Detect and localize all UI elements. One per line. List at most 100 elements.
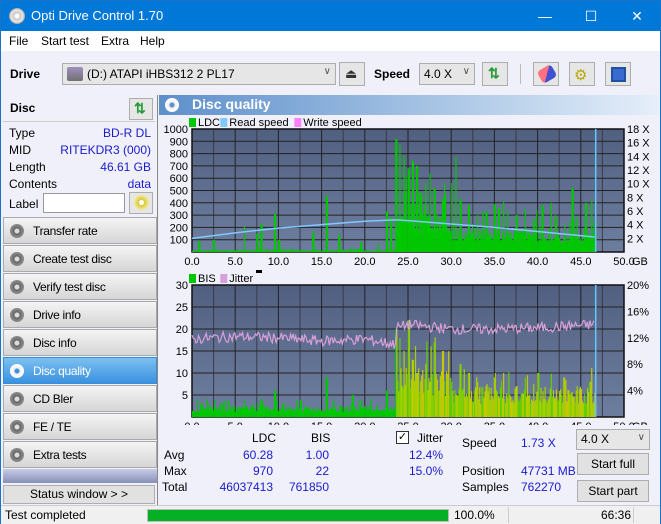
stats-max-label: Max — [164, 464, 187, 478]
elapsed-time: 66:36 — [601, 508, 632, 522]
ldc-bar — [307, 250, 309, 252]
bis-bar — [388, 409, 391, 417]
start-part-button[interactable]: Start part — [577, 480, 649, 502]
ldc-ytick-right: 10 X — [627, 179, 650, 191]
ldc-bar — [292, 250, 294, 252]
ldc-bar — [253, 249, 255, 252]
nav-drive-info[interactable]: Drive info — [3, 301, 157, 328]
ldc-bar — [468, 205, 471, 252]
erase-button[interactable] — [533, 62, 559, 86]
bis-bar — [282, 403, 284, 417]
bis-bar — [224, 411, 226, 417]
test-speed-select[interactable]: 4.0 X ∨ — [576, 429, 650, 450]
gears-icon: ⚙ — [574, 67, 588, 84]
bis-ytick-left: 15 — [176, 346, 188, 358]
disc-label-button[interactable] — [129, 192, 153, 214]
bis-bar — [197, 399, 199, 417]
ldc-bar — [490, 237, 492, 252]
nav-disc-quality[interactable]: Disc quality — [3, 357, 157, 384]
bis-bar — [493, 377, 495, 417]
maximize-button[interactable]: ☐ — [568, 1, 614, 31]
bis-bar — [478, 399, 480, 417]
bis-bar — [293, 408, 295, 417]
status-window-button[interactable]: Status window > > — [3, 485, 155, 504]
bis-ytick-right: 12% — [627, 333, 649, 345]
ldc-bar — [480, 230, 482, 252]
bis-bar — [284, 409, 286, 417]
save-button[interactable] — [605, 62, 631, 86]
ldc-bar — [415, 165, 418, 252]
nav-extra-tests[interactable]: Extra tests — [3, 441, 157, 468]
ldc-bar — [236, 249, 238, 252]
minimize-button[interactable]: — — [522, 1, 568, 31]
nav-verify-test-disc[interactable]: Verify test disc — [3, 273, 157, 300]
ldc-bar — [508, 237, 510, 252]
bis-bar — [561, 394, 563, 417]
ldc-bar — [278, 239, 280, 252]
bis-bar — [366, 410, 368, 417]
speed-stat-label: Speed — [462, 436, 497, 450]
bis-bar — [559, 391, 561, 417]
ldc-bar — [496, 229, 499, 252]
ldc-bar — [519, 232, 521, 252]
ldc-bar — [279, 239, 281, 252]
ldc-bar — [327, 250, 330, 252]
ldc-bar — [544, 237, 546, 252]
speed-select[interactable]: 4.0 X ∨ — [419, 63, 475, 85]
ldc-bar — [342, 250, 344, 252]
bis-bar — [535, 399, 537, 417]
bis-bar — [453, 402, 455, 417]
bis-bar — [324, 412, 326, 417]
disc-refresh-button[interactable]: ⇅ — [129, 98, 153, 120]
nav-fe-te[interactable]: FE / TE — [3, 413, 157, 440]
bis-bar — [274, 390, 277, 417]
ldc-bar — [343, 248, 345, 252]
ldc-bar — [460, 199, 462, 252]
ldc-bar — [297, 250, 299, 252]
bis-bar — [572, 396, 574, 417]
bis-bar — [593, 401, 595, 417]
stats-avg-ldc: 60.28 — [242, 448, 273, 462]
nav-create-test-disc[interactable]: Create test disc — [3, 245, 157, 272]
menu-help[interactable]: Help — [140, 34, 165, 48]
ldc-bar — [433, 188, 435, 252]
bis-bar — [429, 381, 431, 417]
bis-bar — [252, 404, 254, 417]
nav-disc-info[interactable]: Disc info — [3, 329, 157, 356]
close-button[interactable]: ✕ — [614, 1, 660, 31]
ldc-bar — [410, 205, 412, 252]
ldc-bar — [254, 250, 256, 252]
ldc-bar — [481, 235, 483, 252]
nav-cd-bler[interactable]: CD Bler — [3, 385, 157, 412]
menu-extra[interactable]: Extra — [101, 34, 129, 48]
start-full-button[interactable]: Start full — [577, 453, 649, 475]
disc-info-icon — [10, 336, 24, 350]
bis-bar — [508, 372, 510, 417]
bis-bar — [233, 406, 235, 417]
refresh-button[interactable]: ⇅ — [482, 62, 508, 86]
disc-quality-icon — [165, 98, 179, 112]
bis-bar — [322, 411, 324, 417]
ldc-bar — [497, 207, 500, 252]
bis-bar — [422, 369, 424, 417]
menu-start-test[interactable]: Start test — [41, 34, 89, 48]
bis-bar — [289, 408, 291, 417]
ldc-bar — [352, 250, 354, 252]
nav-transfer-rate[interactable]: Transfer rate — [3, 217, 157, 244]
menu-file[interactable]: File — [9, 34, 28, 48]
test-speed-value: 4.0 X — [581, 432, 610, 446]
ldc-bar — [400, 217, 402, 252]
settings-button[interactable]: ⚙ — [569, 62, 595, 86]
ldc-bar — [516, 215, 518, 252]
drive-select[interactable]: (D:) ATAPI iHBS312 2 PL17 ∨ — [62, 63, 336, 85]
bis-bar — [382, 410, 384, 417]
bis-bar — [234, 412, 236, 417]
ldc-bar — [322, 250, 324, 252]
eject-button[interactable]: ⏏ — [339, 62, 365, 86]
bis-bar — [407, 320, 409, 417]
bis-bar — [348, 411, 350, 417]
jitter-checkbox[interactable]: ✓ — [396, 431, 409, 444]
bis-bar — [562, 402, 564, 417]
disc-label-input[interactable] — [43, 193, 125, 213]
ldc-bar — [486, 211, 488, 252]
